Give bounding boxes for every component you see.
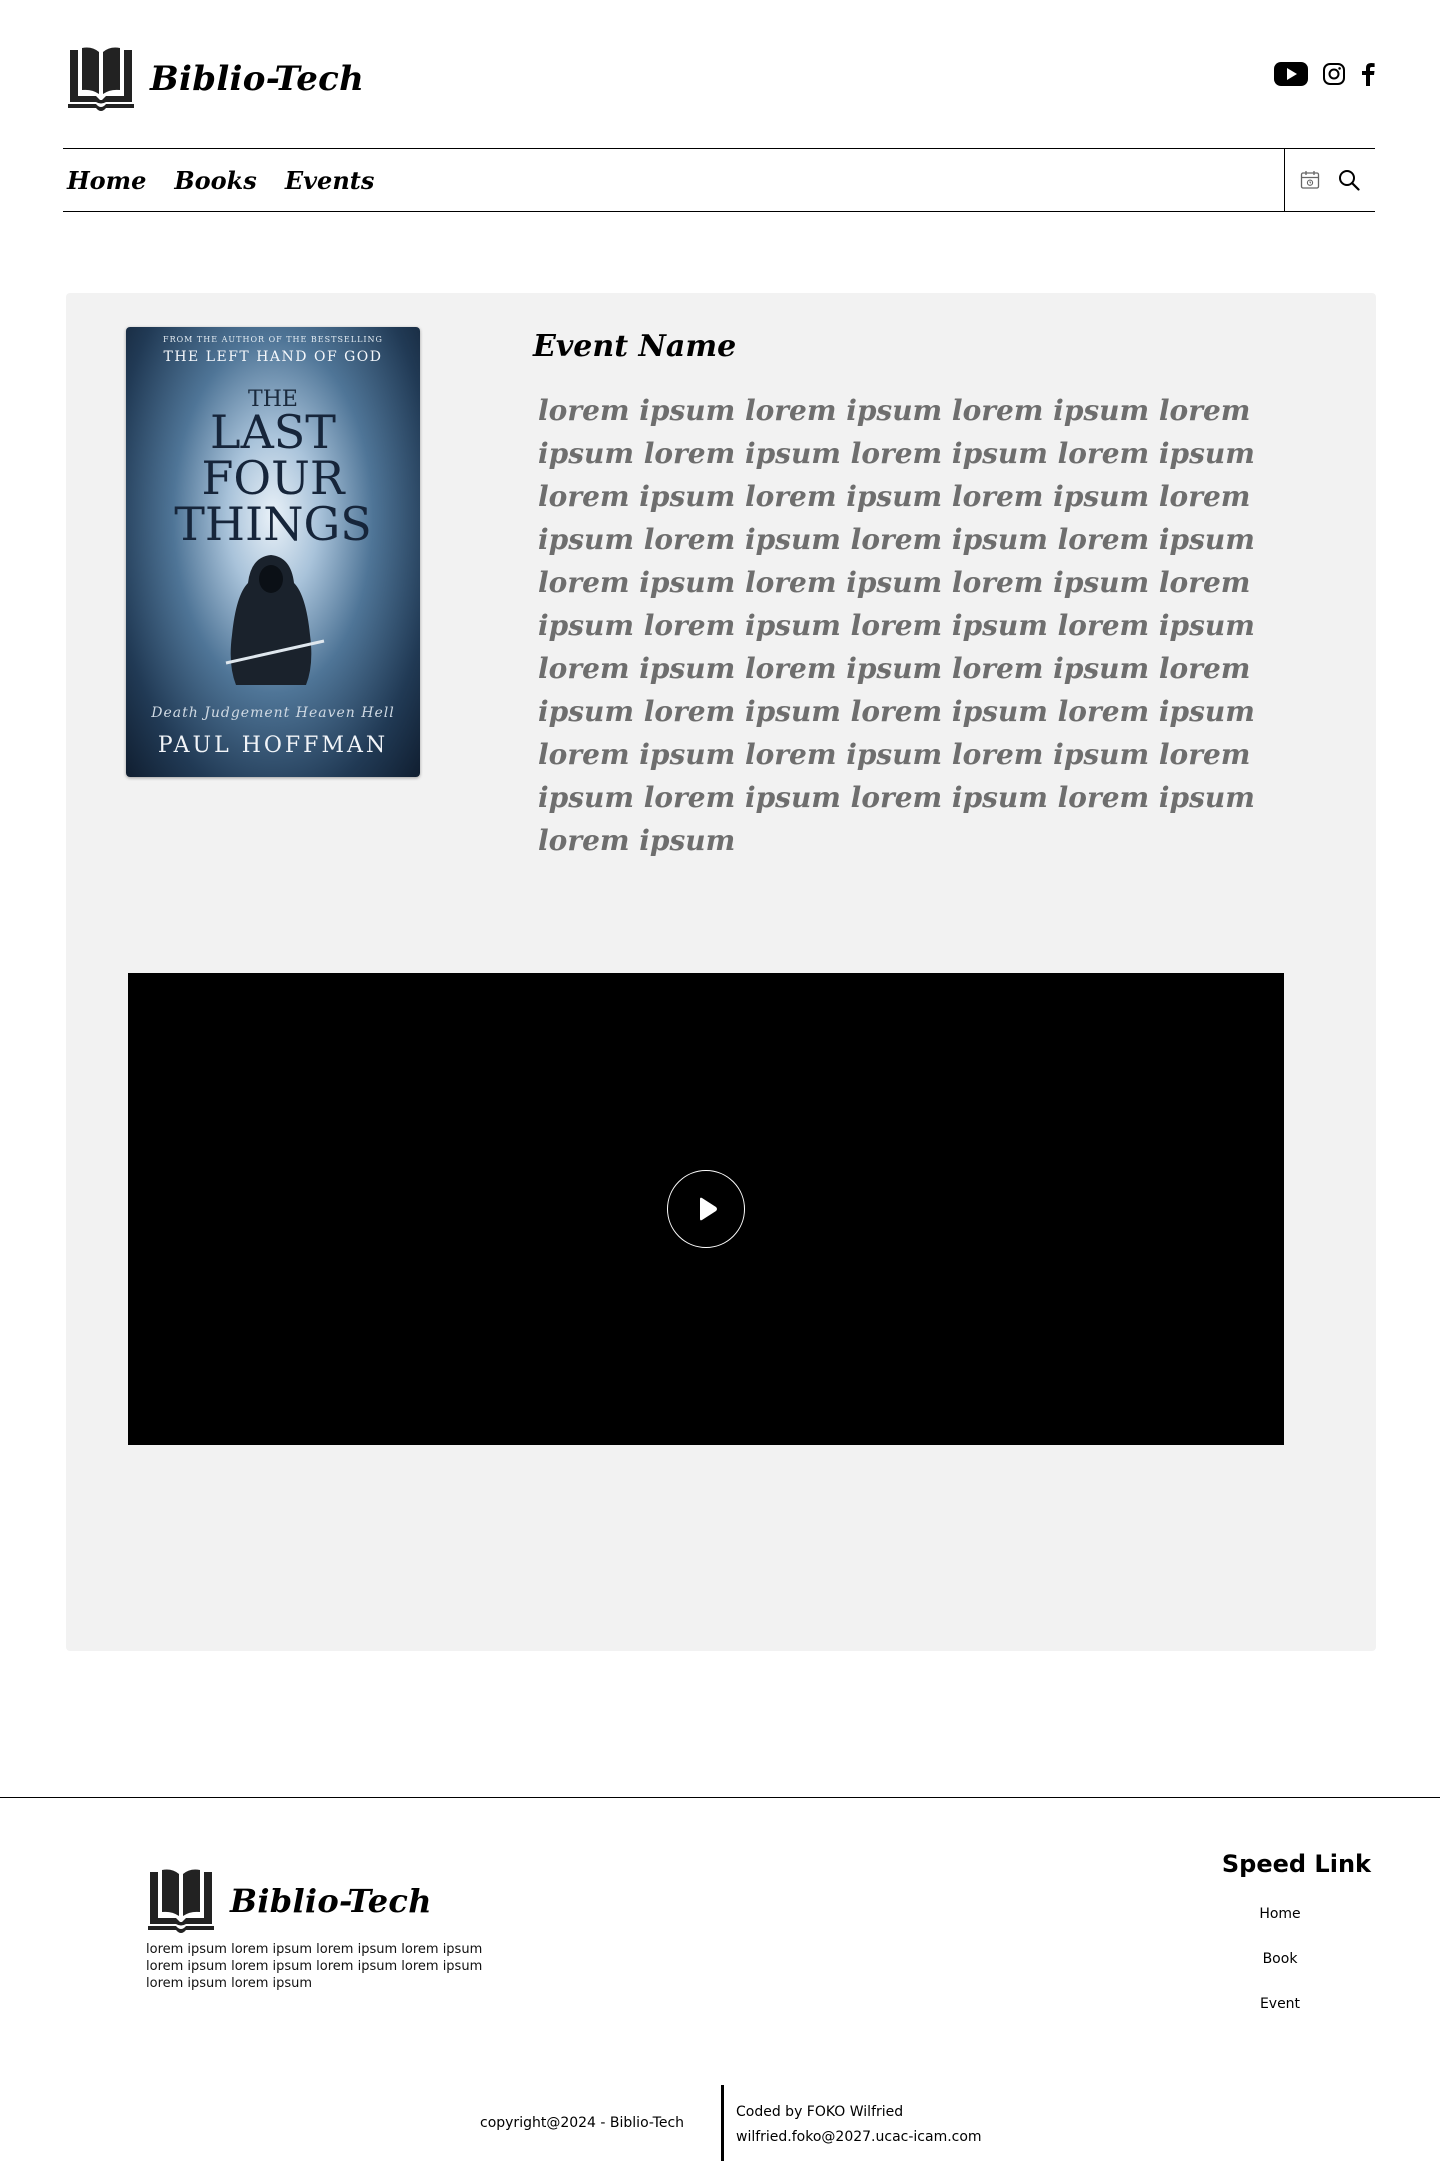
hooded-figure-illustration	[225, 555, 325, 685]
event-panel: FROM THE AUTHOR OF THE BESTSELLING THE L…	[66, 293, 1376, 1651]
cover-tagline: FROM THE AUTHOR OF THE BESTSELLING	[163, 335, 383, 344]
speed-link-heading: Speed Link	[1221, 1850, 1371, 1878]
facebook-icon[interactable]	[1360, 62, 1376, 86]
nav-home[interactable]: Home	[67, 166, 146, 195]
brand-name: Biblio-Tech	[150, 59, 365, 99]
cover-title-line-1: LAST	[210, 405, 336, 459]
cover-title: LAST FOUR THINGS	[126, 409, 420, 547]
main-nav: Home Books Events	[63, 148, 1375, 212]
youtube-icon[interactable]	[1274, 62, 1308, 86]
nav-events[interactable]: Events	[285, 166, 375, 195]
social-links	[1274, 62, 1376, 86]
cover-author: PAUL HOFFMAN	[157, 733, 389, 758]
author-email: wilfried.foko@2027.ucac-icam.com	[736, 2129, 982, 2145]
brand[interactable]: Biblio-Tech	[66, 44, 364, 114]
play-icon	[700, 1197, 717, 1221]
speed-link-home[interactable]: Home	[1230, 1904, 1330, 1949]
nav-books[interactable]: Books	[174, 166, 256, 195]
coded-by: Coded by FOKO Wilfried	[736, 2104, 904, 2120]
site-header: Biblio-Tech	[66, 44, 1376, 114]
event-title: Event Name	[533, 329, 737, 364]
play-button[interactable]	[667, 1170, 745, 1248]
nav-links: Home Books Events	[67, 149, 374, 211]
book-logo-icon	[68, 47, 134, 111]
footer-vertical-divider	[721, 2085, 724, 2161]
footer-brand[interactable]: Biblio-Tech	[146, 1866, 432, 1936]
footer-brand-name: Biblio-Tech	[230, 1882, 432, 1920]
nav-tools	[1284, 149, 1375, 211]
speed-link-event[interactable]: Event	[1230, 1994, 1330, 2039]
speed-links: Home Book Event	[1230, 1904, 1330, 2039]
calendar-icon[interactable]	[1300, 170, 1320, 190]
cover-title-line-2: FOUR	[201, 451, 345, 505]
footer-divider-line	[0, 1797, 1440, 1798]
instagram-icon[interactable]	[1322, 62, 1346, 86]
event-video-player[interactable]	[128, 973, 1284, 1445]
book-logo-icon	[148, 1869, 214, 1933]
cover-subtitle: THE LEFT HAND OF GOD	[163, 349, 383, 365]
event-description: lorem ipsum lorem ipsum lorem ipsum lore…	[538, 394, 1255, 857]
cover-words: Death Judgement Heaven Hell	[151, 705, 395, 721]
cover-title-line-3: THINGS	[174, 497, 372, 551]
speed-link-book[interactable]: Book	[1230, 1949, 1330, 1994]
book-cover-image: FROM THE AUTHOR OF THE BESTSELLING THE L…	[126, 327, 420, 777]
search-icon[interactable]	[1338, 169, 1360, 191]
footer-description: lorem ipsum lorem ipsum lorem ipsum lore…	[146, 1942, 483, 1991]
copyright: copyright@2024 - Biblio-Tech	[480, 2115, 685, 2131]
